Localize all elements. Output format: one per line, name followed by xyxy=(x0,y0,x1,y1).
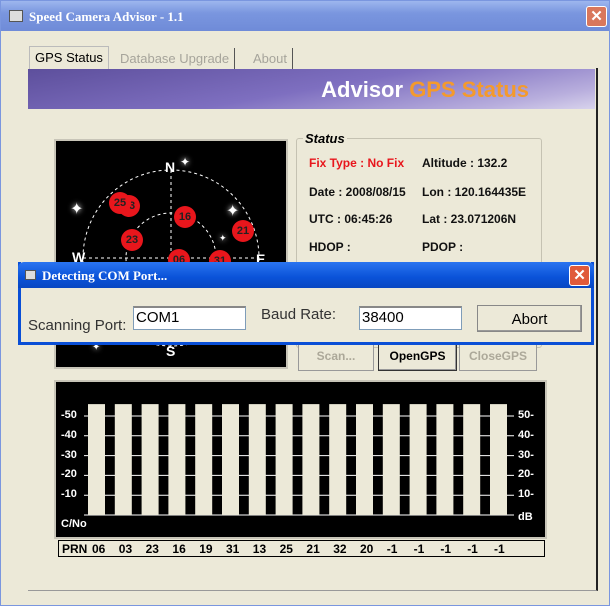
date: Date : 2008/08/15 xyxy=(309,185,406,199)
prn-value: -1 xyxy=(467,542,478,556)
title-bar[interactable]: Speed Camera Advisor - 1.1 ✕ xyxy=(1,1,609,31)
satellite-marker: 25 xyxy=(109,192,131,214)
longitude: Lon : 120.164435E xyxy=(422,185,527,199)
prn-value: -1 xyxy=(386,542,398,556)
prn-label: PRN xyxy=(62,542,88,556)
dialog-title-bar[interactable]: Detecting COM Port... ✕ xyxy=(18,262,594,288)
close-button[interactable]: ✕ xyxy=(586,6,607,27)
left-tick-label: -10 xyxy=(61,488,77,501)
db-unit-label: dB xyxy=(518,511,533,523)
scanning-port-field[interactable]: COM1 xyxy=(133,306,246,330)
signal-bar xyxy=(436,404,454,515)
right-tick-label: 30- xyxy=(518,448,534,461)
prn-value: 19 xyxy=(199,542,213,556)
fix-type: Fix Type : No Fix xyxy=(309,156,405,170)
banner-title-advisor: Advisor xyxy=(321,77,404,102)
baud-rate-label: Baud Rate: xyxy=(261,306,337,323)
prn-value: 03 xyxy=(118,542,133,556)
signal-bar xyxy=(222,404,239,515)
dialog-icon xyxy=(25,270,36,280)
tab-database-upgrade[interactable]: Database Upgrade xyxy=(115,48,236,69)
star-icon: ✦ xyxy=(180,155,191,169)
signal-bar xyxy=(463,404,481,515)
open-gps-button[interactable]: OpenGPS xyxy=(378,342,457,371)
signal-bar xyxy=(195,404,213,515)
left-tick-label: -50 xyxy=(61,409,77,421)
signal-bar xyxy=(88,404,105,515)
signal-bar xyxy=(409,404,427,515)
south-label: S xyxy=(166,343,176,359)
right-tick-label: 10- xyxy=(518,488,534,501)
app-icon xyxy=(9,10,23,22)
banner: Advisor GPS Status xyxy=(28,69,595,109)
utc: UTC : 06:45:26 xyxy=(309,212,393,226)
tab-about[interactable]: About xyxy=(248,48,293,69)
prn-value: -1 xyxy=(494,542,505,556)
star-icon: ✦ xyxy=(219,233,227,243)
abort-button[interactable]: Abort xyxy=(477,305,582,332)
signal-bar xyxy=(382,404,400,515)
north-label: N xyxy=(165,159,176,175)
prn-value: 16 xyxy=(172,542,186,556)
prn-value: 20 xyxy=(360,542,374,556)
hdop: HDOP : xyxy=(309,240,351,254)
left-tick-label: -40 xyxy=(61,428,77,441)
signal-bar xyxy=(248,404,266,515)
signal-bar xyxy=(490,404,507,515)
latitude: Lat : 23.071206N xyxy=(422,212,517,226)
tab-gps-status[interactable]: GPS Status xyxy=(29,46,109,69)
signal-bar xyxy=(168,404,186,515)
prn-value: 32 xyxy=(333,542,347,556)
prn-value: 25 xyxy=(279,542,293,556)
baud-rate-field[interactable]: 38400 xyxy=(359,306,462,330)
dialog-close-button[interactable]: ✕ xyxy=(569,265,590,286)
signal-bar xyxy=(275,404,293,515)
dialog-title: Detecting COM Port... xyxy=(42,268,168,283)
pdop: PDOP : xyxy=(422,240,464,254)
signal-bar xyxy=(356,404,373,515)
signal-bar xyxy=(329,404,347,515)
scan-button[interactable]: Scan... xyxy=(298,342,374,371)
left-tick-label: -30 xyxy=(61,448,77,461)
left-tick-label: -20 xyxy=(61,468,77,481)
signal-bar xyxy=(302,404,320,515)
right-tick-label: 50- xyxy=(518,409,534,421)
prn-row: PRN 06 03 23 16 19 31 13 25 21 32 20 -1 -1 -1 -1 -1 xyxy=(58,540,545,557)
star-icon: ✦ xyxy=(70,201,84,218)
signal-bar xyxy=(141,404,159,515)
altitude: Altitude : 132.2 xyxy=(422,156,508,170)
prn-value: 06 xyxy=(92,542,106,556)
star-icon: ✦ xyxy=(226,203,240,220)
prn-value: -1 xyxy=(440,542,452,556)
status-legend: Status xyxy=(303,131,347,146)
cno-unit-label: C/No xyxy=(61,518,87,530)
satellite-marker: 23 xyxy=(121,229,143,251)
banner-title: Advisor GPS Status xyxy=(321,77,529,103)
banner-title-gps-status: GPS Status xyxy=(409,77,529,102)
signal-grid xyxy=(84,404,514,516)
prn-value: 31 xyxy=(226,542,240,556)
signal-chart: C/No dB -50 50- -40 40- -30 30- -20 20- -10 10- xyxy=(54,380,547,539)
prn-value: 13 xyxy=(252,542,267,556)
close-gps-button[interactable]: CloseGPS xyxy=(459,342,537,371)
right-tick-label: 40- xyxy=(518,428,534,441)
prn-value: -1 xyxy=(413,542,425,556)
window-title: Speed Camera Advisor - 1.1 xyxy=(29,9,184,24)
satellite-marker: 21 xyxy=(232,220,254,242)
prn-value: 21 xyxy=(306,542,320,556)
right-tick-label: 20- xyxy=(518,468,534,481)
prn-value: 23 xyxy=(145,542,159,556)
scanning-port-label: Scanning Port: xyxy=(28,317,127,334)
satellite-marker: 16 xyxy=(174,206,196,228)
signal-bar xyxy=(114,404,132,515)
